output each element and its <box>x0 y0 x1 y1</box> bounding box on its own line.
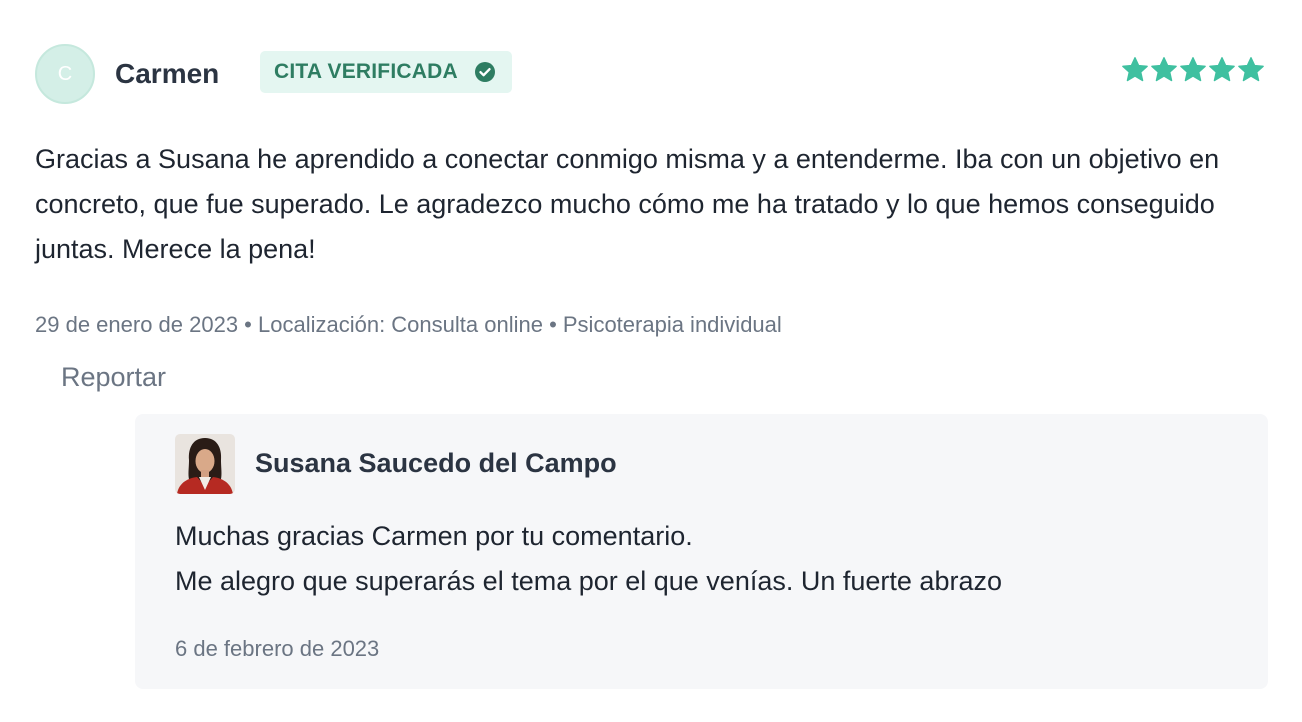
star-icon <box>1151 57 1177 82</box>
star-icon <box>1122 57 1148 82</box>
reply-author: Susana Saucedo del Campo <box>255 448 617 478</box>
doctor-avatar <box>175 434 235 494</box>
reply-card: Susana Saucedo del Campo Muchas gracias … <box>135 414 1268 689</box>
reply-text: Muchas gracias Carmen por tu comentario.… <box>175 514 1002 604</box>
reply-line: Me alegro que superarás el tema por el q… <box>175 566 1002 596</box>
avatar: C <box>35 44 95 104</box>
rating-stars <box>1121 56 1265 84</box>
review-text: Gracias a Susana he aprendido a conectar… <box>35 144 1220 264</box>
reply-line: Muchas gracias Carmen por tu comentario. <box>175 521 693 551</box>
star-icon <box>1180 57 1206 82</box>
reply-date: 6 de febrero de 2023 <box>175 636 380 661</box>
star-icon <box>1209 57 1235 82</box>
check-circle-icon <box>474 62 495 82</box>
review-card: C Carmen CITA VERIFICADA Gracias a Susan… <box>35 44 1267 393</box>
review-meta: 29 de enero de 2023 • Localización: Cons… <box>35 312 782 337</box>
verified-badge-label: CITA VERIFICADA <box>274 60 458 83</box>
report-link[interactable]: Reportar <box>61 362 166 393</box>
review-header: C Carmen CITA VERIFICADA <box>35 44 1267 104</box>
star-icon <box>1238 57 1264 82</box>
verified-badge: CITA VERIFICADA <box>260 51 512 93</box>
reviewer-name: Carmen <box>115 58 220 89</box>
